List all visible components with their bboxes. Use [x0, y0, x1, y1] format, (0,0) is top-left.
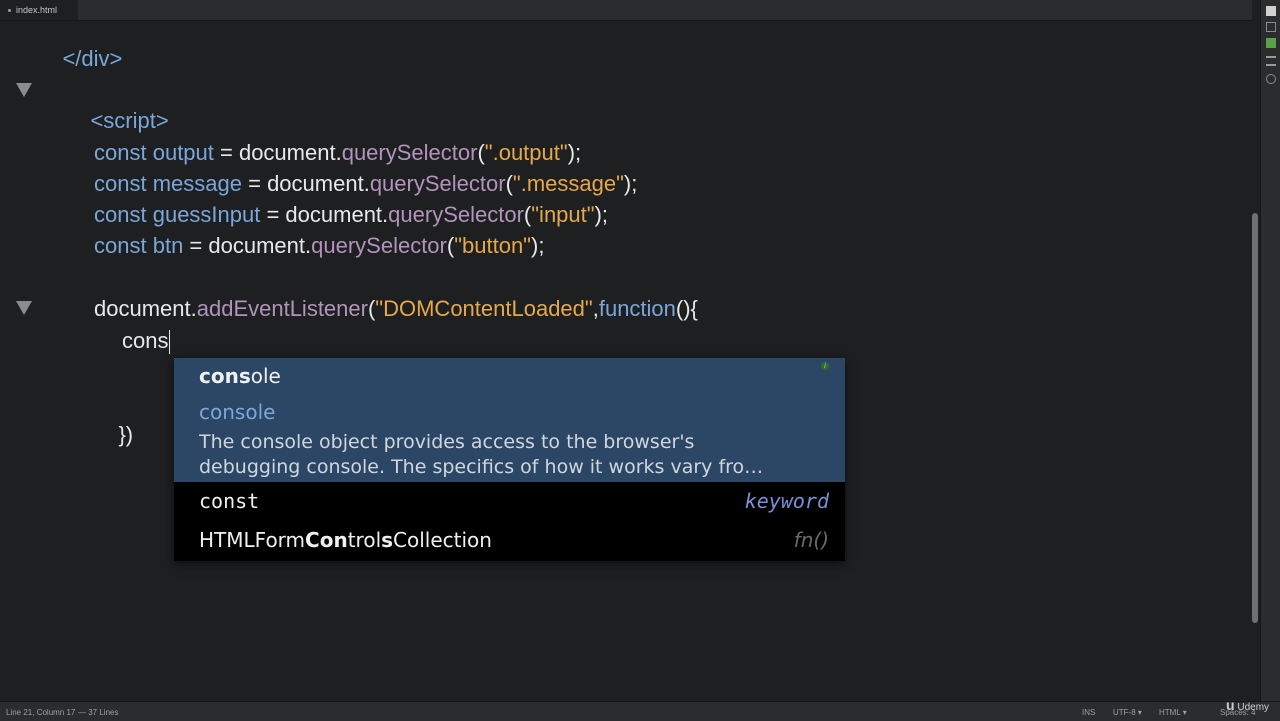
udemy-watermark: u Udemy — [1226, 697, 1270, 713]
autocomplete-item-htmlformcontrolscollection[interactable]: HTMLFormControlsCollection fn() — [174, 522, 845, 560]
fold-arrow-icon[interactable] — [16, 83, 32, 97]
vertical-scrollbar[interactable] — [1250, 21, 1260, 701]
file-icon[interactable] — [1266, 22, 1276, 32]
autocomplete-item-kind: fn() — [793, 528, 829, 552]
menu-icon[interactable] — [1266, 56, 1276, 66]
panel-icon[interactable] — [1266, 6, 1276, 16]
autocomplete-popup: console i console The console object pro… — [174, 358, 845, 561]
udemy-logo-icon: u — [1226, 697, 1235, 713]
modified-dot-icon — [8, 8, 11, 12]
text-cursor — [169, 330, 171, 355]
autocomplete-item-label: console — [199, 364, 281, 388]
status-bar: Line 21, Column 17 — 37 Lines INS UTF-8 … — [0, 701, 1280, 721]
code-line-typing: cons — [122, 328, 171, 355]
language-selector[interactable]: HTML ▾ — [1159, 708, 1187, 717]
insert-mode[interactable]: INS — [1082, 708, 1095, 717]
encoding-selector[interactable]: UTF-8 ▾ — [1113, 708, 1142, 717]
code-line-script-open: <script> — [90, 108, 169, 133]
info-icon: i — [821, 362, 829, 370]
code-line-decl-btn: const btn = document.querySelector("butt… — [94, 233, 545, 258]
cursor-position[interactable]: Line 21, Column 17 — [6, 708, 75, 717]
code-line-close-brace: }) — [118, 422, 134, 447]
git-icon[interactable] — [1266, 38, 1276, 48]
autocomplete-item-label: const — [199, 489, 260, 513]
autocomplete-item-type: console — [199, 400, 276, 424]
line-count: — 37 Lines — [78, 708, 119, 717]
side-panel — [1260, 0, 1280, 701]
autocomplete-item-label: HTMLFormControlsCollection — [199, 528, 492, 552]
code-line-decl-message: const message = document.querySelector("… — [94, 171, 638, 196]
tab-index-html[interactable]: index.html — [0, 0, 78, 20]
scrollbar-thumb[interactable] — [1252, 213, 1258, 623]
autocomplete-item-const[interactable]: const keyword — [174, 483, 845, 521]
code-line-add-event-listener: document.addEventListener("DOMContentLoa… — [94, 296, 698, 321]
autocomplete-item-description: The console object provides access to th… — [199, 431, 764, 478]
tab-label: index.html — [16, 5, 58, 15]
fold-arrow-icon[interactable] — [16, 301, 32, 315]
code-line-div-close: </div> — [62, 46, 123, 71]
autocomplete-item-console[interactable]: console i console The console object pro… — [174, 358, 845, 482]
code-line-decl-guessinput: const guessInput = document.querySelecto… — [94, 202, 609, 227]
code-line-decl-output: const output = document.querySelector(".… — [94, 140, 582, 165]
autocomplete-item-kind: keyword — [744, 489, 829, 513]
tab-bar: index.html — [0, 0, 1252, 21]
search-icon[interactable] — [1266, 74, 1276, 84]
